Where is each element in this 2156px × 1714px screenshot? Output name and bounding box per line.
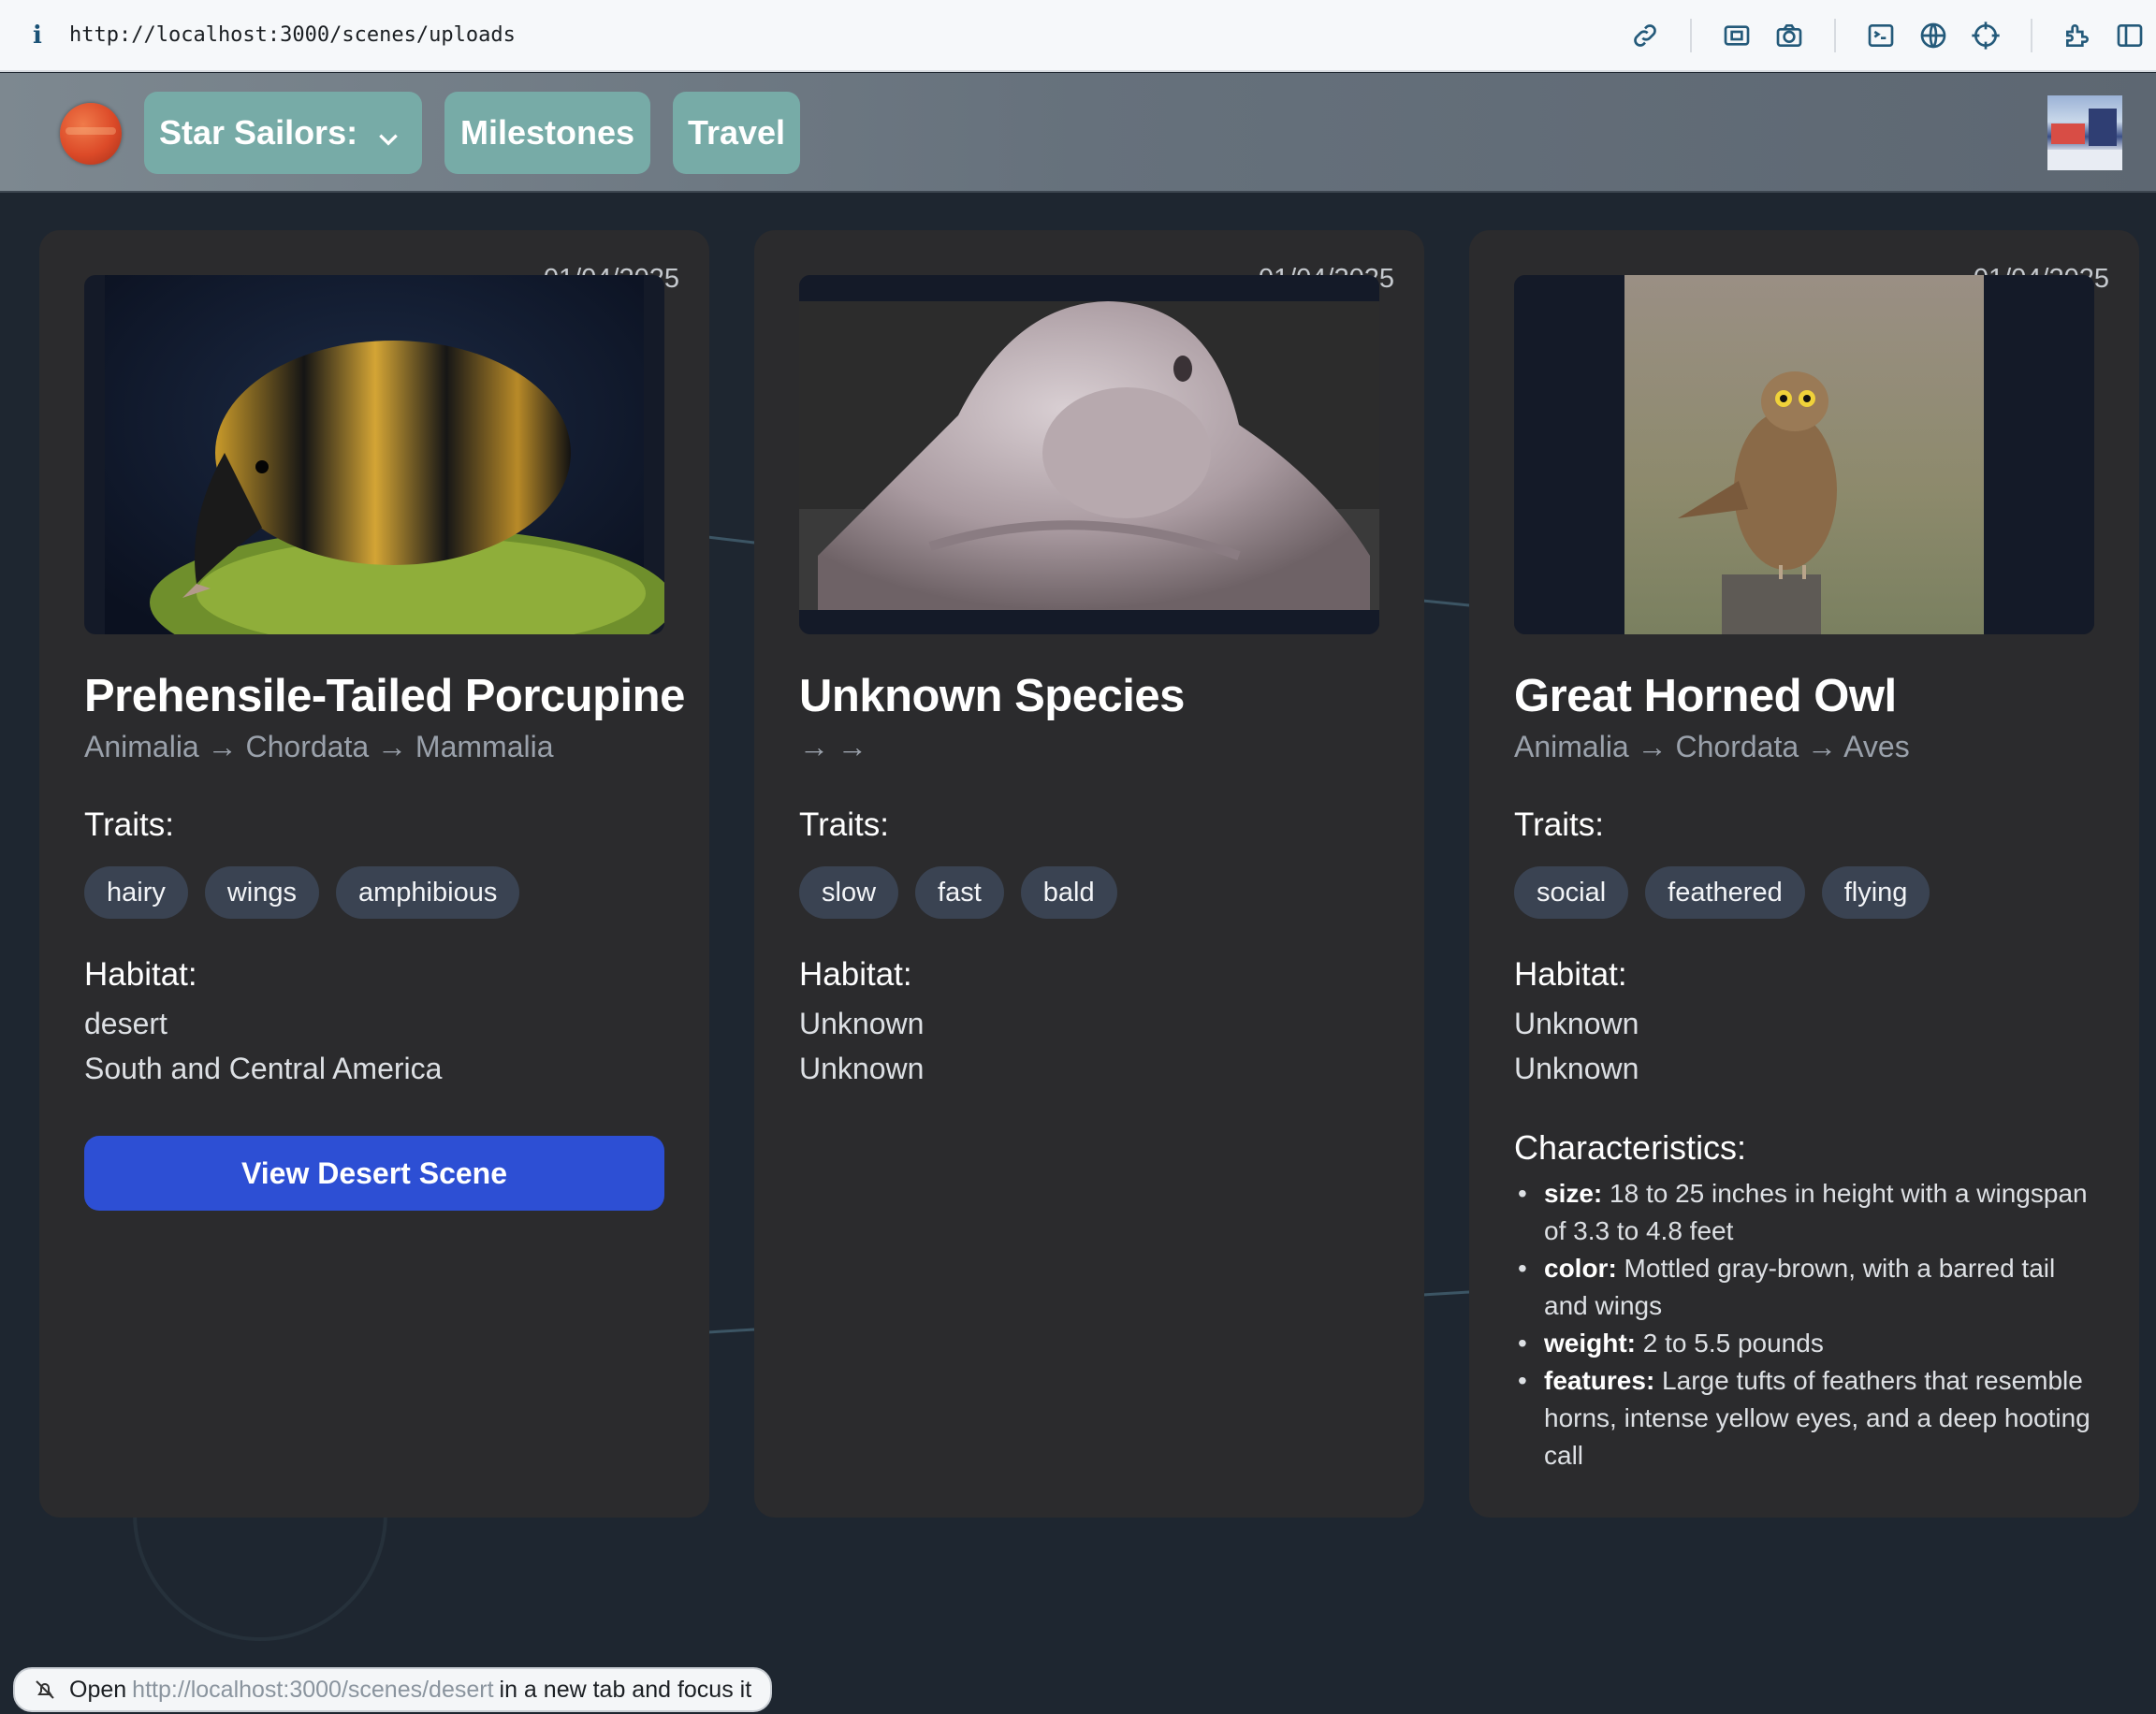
milestones-label: Milestones xyxy=(459,113,635,152)
habitat-region: Unknown xyxy=(1514,1052,1639,1085)
characteristic-value: 18 to 25 inches in height with a wingspa… xyxy=(1544,1179,2088,1245)
trait-tag: hairy xyxy=(84,866,188,919)
characteristic-key: features: xyxy=(1544,1366,1655,1395)
traits-heading: Traits: xyxy=(799,806,889,843)
camera-icon[interactable] xyxy=(1770,17,1808,54)
species-title: Unknown Species xyxy=(799,671,1185,721)
travel-label: Travel xyxy=(687,113,786,152)
species-card-owl: 01/04/2025 Great Horned Owl Animalia → C… xyxy=(1469,230,2139,1518)
habitat-heading: Habitat: xyxy=(84,956,197,993)
trait-tags: slow fast bald xyxy=(799,866,1134,919)
characteristic-item: size: 18 to 25 inches in height with a w… xyxy=(1514,1175,2094,1250)
extensions-icon[interactable] xyxy=(2059,17,2096,54)
milestones-button[interactable]: Milestones xyxy=(444,92,650,174)
trait-tag: amphibious xyxy=(336,866,520,919)
view-desert-scene-button[interactable]: View Desert Scene xyxy=(84,1136,664,1211)
crosshair-icon[interactable] xyxy=(1967,17,2004,54)
species-image-porcupine xyxy=(84,275,664,634)
planet-logo-icon[interactable] xyxy=(60,103,122,165)
trait-tag: flying xyxy=(1821,866,1930,919)
species-card-porcupine: 01/04/2025 Prehensile-Tailed Porcupine xyxy=(39,230,709,1518)
trait-tags: social feathered flying xyxy=(1514,866,1946,919)
species-taxonomy: Animalia → Chordata → Mammalia xyxy=(84,730,554,763)
app-navbar: Star Sailors: Milestones Travel xyxy=(0,73,2156,193)
trait-tags: hairy wings amphibious xyxy=(84,866,536,919)
habitat-type: Unknown xyxy=(1514,1007,1639,1040)
globe-icon[interactable] xyxy=(1915,17,1952,54)
species-taxonomy: Animalia → Chordata → Aves xyxy=(1514,730,1910,763)
status-prefix: Open xyxy=(69,1676,127,1703)
sidebar-icon[interactable] xyxy=(2111,17,2149,54)
star-sailors-menu-button[interactable]: Star Sailors: xyxy=(144,92,422,174)
characteristic-item: weight: 2 to 5.5 pounds xyxy=(1514,1325,2094,1362)
species-title: Great Horned Owl xyxy=(1514,671,1897,721)
trait-tag: feathered xyxy=(1645,866,1805,919)
screenshot-box-icon[interactable] xyxy=(1718,17,1755,54)
trait-tag: wings xyxy=(204,866,320,919)
status-link-url: http://localhost:3000/scenes/desert xyxy=(132,1676,494,1703)
species-image-owl xyxy=(1514,275,2094,634)
status-suffix: in a new tab and focus it xyxy=(499,1676,752,1703)
terminal-icon[interactable] xyxy=(1862,17,1900,54)
link-icon[interactable] xyxy=(1626,17,1664,54)
characteristic-item: features: Large tufts of feathers that r… xyxy=(1514,1362,2094,1474)
habitat-heading: Habitat: xyxy=(1514,956,1627,993)
url-field[interactable]: http://localhost:3000/scenes/uploads xyxy=(69,23,516,47)
habitat-heading: Habitat: xyxy=(799,956,912,993)
characteristics-heading: Characteristics: xyxy=(1514,1128,1747,1167)
habitat-type: Unknown xyxy=(799,1007,925,1040)
travel-button[interactable]: Travel xyxy=(673,92,800,174)
star-sailors-label: Star Sailors: xyxy=(159,113,358,152)
habitat-type: desert xyxy=(84,1007,168,1040)
characteristic-value: 2 to 5.5 pounds xyxy=(1636,1329,1824,1358)
characteristic-item: color: Mottled gray-brown, with a barred… xyxy=(1514,1250,2094,1325)
species-taxonomy: → → xyxy=(799,730,867,763)
characteristic-key: weight: xyxy=(1544,1329,1636,1358)
characteristic-value: Mottled gray-brown, with a barred tail a… xyxy=(1544,1254,2056,1320)
species-card-unknown: 01/04/2025 Unknown Species → → Traits: s… xyxy=(754,230,1424,1518)
characteristics-list: size: 18 to 25 inches in height with a w… xyxy=(1514,1175,2094,1474)
trait-tag: social xyxy=(1514,866,1629,919)
browser-toolbar xyxy=(1619,17,2156,54)
traits-heading: Traits: xyxy=(84,806,174,843)
habitat-region: South and Central America xyxy=(84,1052,443,1085)
traits-heading: Traits: xyxy=(1514,806,1604,843)
link-status-tooltip: Open http://localhost:3000/scenes/desert… xyxy=(13,1667,773,1712)
characteristic-key: color: xyxy=(1544,1254,1617,1283)
trait-tag: fast xyxy=(915,866,1004,919)
trait-tag: slow xyxy=(799,866,899,919)
trait-tag: bald xyxy=(1020,866,1117,919)
browser-address-bar: i http://localhost:3000/scenes/uploads xyxy=(0,0,2156,72)
habitat-region: Unknown xyxy=(799,1052,925,1085)
user-avatar[interactable] xyxy=(2047,95,2122,170)
characteristic-key: size: xyxy=(1544,1179,1603,1208)
chevron-down-icon xyxy=(376,121,401,146)
mute-icon xyxy=(34,1678,56,1701)
species-title: Prehensile-Tailed Porcupine xyxy=(84,671,685,721)
species-image-blobfish xyxy=(799,275,1379,634)
info-icon[interactable]: i xyxy=(19,22,56,50)
